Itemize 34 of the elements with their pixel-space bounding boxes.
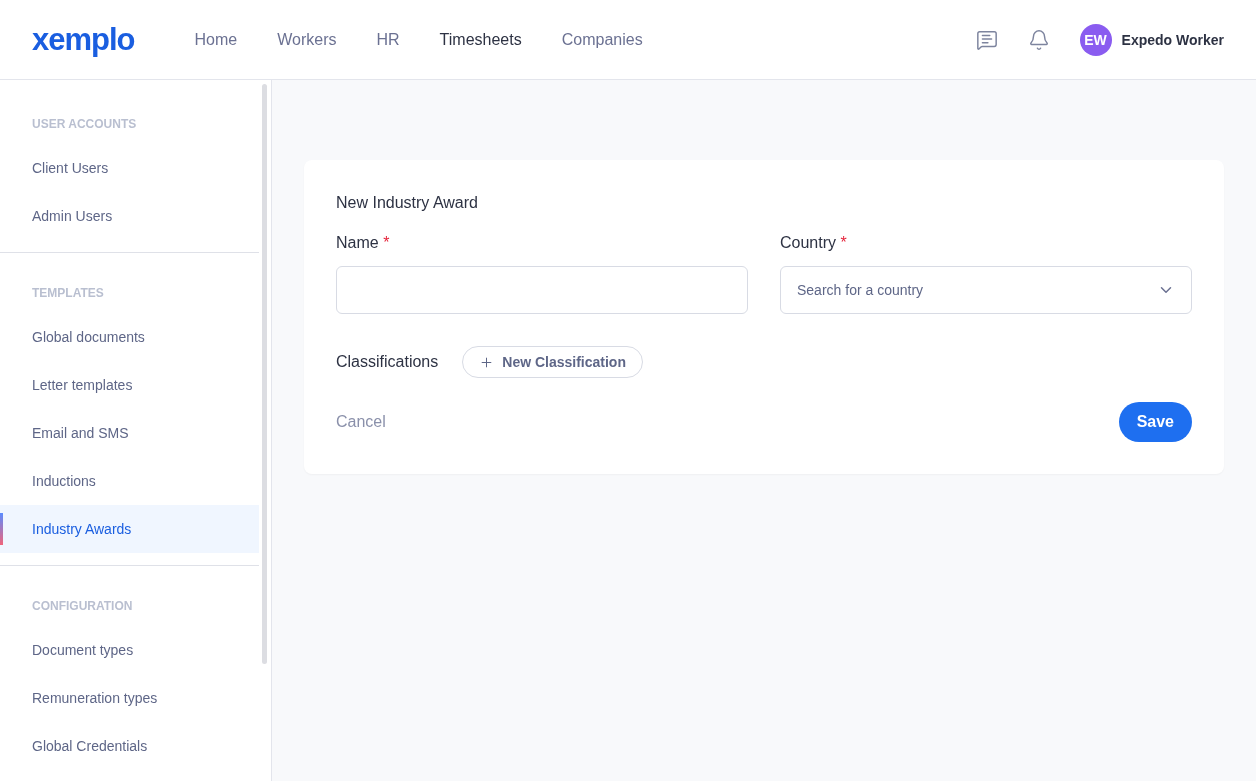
sidebar-item[interactable]: Industry Awards bbox=[0, 505, 259, 553]
sidebar-item[interactable]: Email and SMS bbox=[0, 409, 259, 457]
plus-icon bbox=[479, 354, 495, 370]
logo: xemplo bbox=[32, 21, 135, 58]
user-avatar[interactable]: EW bbox=[1079, 23, 1112, 56]
sidebar-item[interactable]: Letter templates bbox=[0, 361, 259, 409]
sidebar-item[interactable]: Global Credentials bbox=[0, 722, 259, 770]
nav-link[interactable]: Timesheets bbox=[419, 30, 542, 49]
sidebar-item[interactable]: Inductions bbox=[0, 457, 259, 505]
sidebar-item[interactable]: Admin Users bbox=[0, 192, 259, 240]
sidebar-item[interactable]: Document types bbox=[0, 626, 259, 674]
nav-link[interactable]: HR bbox=[356, 30, 420, 49]
cancel-button[interactable]: Cancel bbox=[336, 413, 386, 431]
section-title: CONFIGURATION bbox=[31, 598, 134, 615]
form-title: New Industry Award bbox=[336, 194, 479, 212]
new-classification-button[interactable]: New Classification bbox=[462, 346, 643, 378]
section-title: USER ACCOUNTS bbox=[31, 116, 138, 133]
nav-link[interactable]: Companies bbox=[541, 30, 663, 49]
field-label: Country * bbox=[780, 234, 848, 252]
sidebar-item[interactable]: Global documents bbox=[0, 313, 259, 361]
nav-link[interactable]: Workers bbox=[257, 30, 357, 49]
bell-icon[interactable] bbox=[1027, 28, 1050, 51]
field-label: Name * bbox=[336, 234, 391, 252]
sidebar-item[interactable]: Remuneration types bbox=[0, 674, 259, 722]
scrollbar[interactable] bbox=[262, 84, 267, 664]
sidebar-item[interactable]: Client Users bbox=[0, 144, 259, 192]
save-button[interactable]: Save bbox=[1118, 402, 1192, 442]
name-input[interactable] bbox=[336, 266, 748, 314]
classifications-label: Classifications bbox=[336, 353, 439, 371]
user-name: Expedo Worker bbox=[1121, 31, 1224, 48]
section-title: TEMPLATES bbox=[31, 285, 105, 302]
country-select[interactable]: Search for a country bbox=[780, 266, 1192, 314]
nav-link[interactable]: Home bbox=[174, 30, 258, 49]
chat-icon[interactable] bbox=[975, 28, 998, 51]
